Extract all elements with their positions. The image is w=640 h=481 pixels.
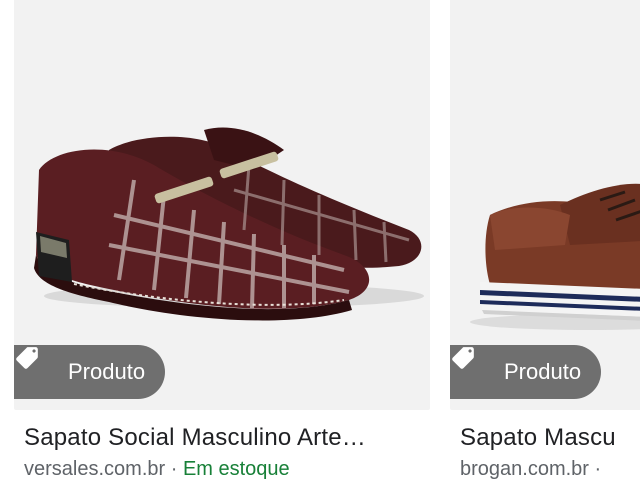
product-title[interactable]: Sapato Mascu bbox=[460, 424, 640, 452]
tag-icon bbox=[16, 347, 56, 385]
product-image[interactable]: Produto bbox=[450, 0, 640, 410]
source-domain: versales.com.br · bbox=[24, 458, 183, 480]
product-badge: Produto bbox=[14, 345, 166, 399]
stock-status: Em estoque bbox=[182, 458, 290, 480]
product-card[interactable]: Produto Sapato Mascu brogan.com.br · bbox=[450, 0, 640, 481]
product-source: brogan.com.br · bbox=[460, 458, 640, 481]
badge-label: Produto bbox=[68, 359, 146, 384]
tag-icon bbox=[452, 347, 492, 385]
product-title[interactable]: Sapato Social Masculino Arte… bbox=[24, 424, 424, 452]
product-badge: Produto bbox=[450, 345, 602, 399]
product-source: versales.com.br · Em estoque bbox=[24, 458, 430, 481]
badge-label: Produto bbox=[504, 359, 582, 384]
product-image[interactable]: Produto bbox=[14, 0, 430, 410]
product-card[interactable]: Produto Sapato Social Masculino Arte… ve… bbox=[14, 0, 430, 481]
source-domain: brogan.com.br · bbox=[460, 458, 602, 480]
